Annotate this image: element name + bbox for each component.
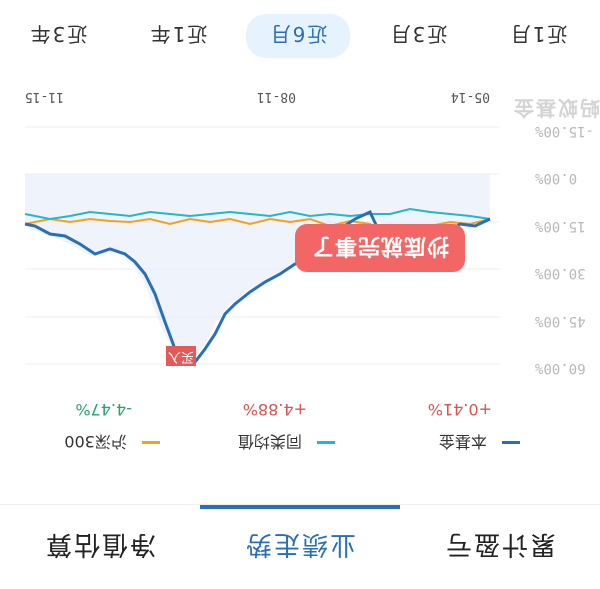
- fund-performance-screen: 累计盈亏 业绩走势 净值估算 本基金 +0.41% 同类均值 +4.88% 沪深…: [0, 0, 600, 589]
- legend-label: 沪深300: [64, 432, 127, 451]
- period-tab-3y[interactable]: 近3年: [6, 14, 110, 58]
- tab-nav-estimate[interactable]: 净值估算: [0, 505, 200, 589]
- legend-label: 本基金: [438, 432, 487, 451]
- period-tab-6m[interactable]: 近6月: [246, 14, 350, 58]
- active-tab-underline: [200, 505, 400, 509]
- chart-legend: 本基金 +0.41% 同类均值 +4.88% 沪深300 -4.47%: [0, 383, 600, 473]
- legend-swatch-csi300: [142, 441, 160, 445]
- legend-value: +0.41%: [427, 400, 492, 419]
- legend-swatch-peer: [317, 441, 335, 445]
- legend-value: -4.47%: [75, 400, 132, 419]
- x-tick: 11-15: [24, 89, 64, 104]
- legend-value: +4.88%: [242, 400, 307, 419]
- period-tab-3m[interactable]: 近3月: [366, 14, 470, 58]
- period-tab-1m[interactable]: 近1月: [486, 14, 590, 58]
- annotation-bubble: 抄底就完事了: [294, 224, 465, 272]
- legend-item-fund: 本基金 +0.41%: [340, 400, 520, 455]
- tab-performance-trend[interactable]: 业绩走势: [200, 505, 400, 589]
- watermark: 蚂蚁基金: [512, 96, 600, 120]
- buy-marker-label: 买入: [166, 346, 196, 366]
- tab-cumulative-pnl[interactable]: 累计盈亏: [400, 505, 600, 589]
- legend-item-peer-average: 同类均值 +4.88%: [155, 400, 335, 455]
- mirrored-content: 累计盈亏 业绩走势 净值估算 本基金 +0.41% 同类均值 +4.88% 沪深…: [0, 0, 600, 589]
- period-tab-1y[interactable]: 近1年: [126, 14, 230, 58]
- legend-swatch-fund: [502, 441, 520, 445]
- x-tick: 05-14: [450, 89, 490, 104]
- period-tab-bar: 近1月 近3月 近6月 近1年 近3年: [0, 0, 600, 74]
- x-tick: 08-11: [256, 89, 296, 104]
- legend-label: 同类均值: [237, 432, 302, 451]
- performance-chart: 60.00% 45.00% 30.00% 15.00% 0.00% -15.00…: [0, 74, 600, 384]
- section-tab-bar: 累计盈亏 业绩走势 净值估算: [0, 504, 600, 589]
- legend-item-csi300: 沪深300 -4.47%: [0, 400, 160, 455]
